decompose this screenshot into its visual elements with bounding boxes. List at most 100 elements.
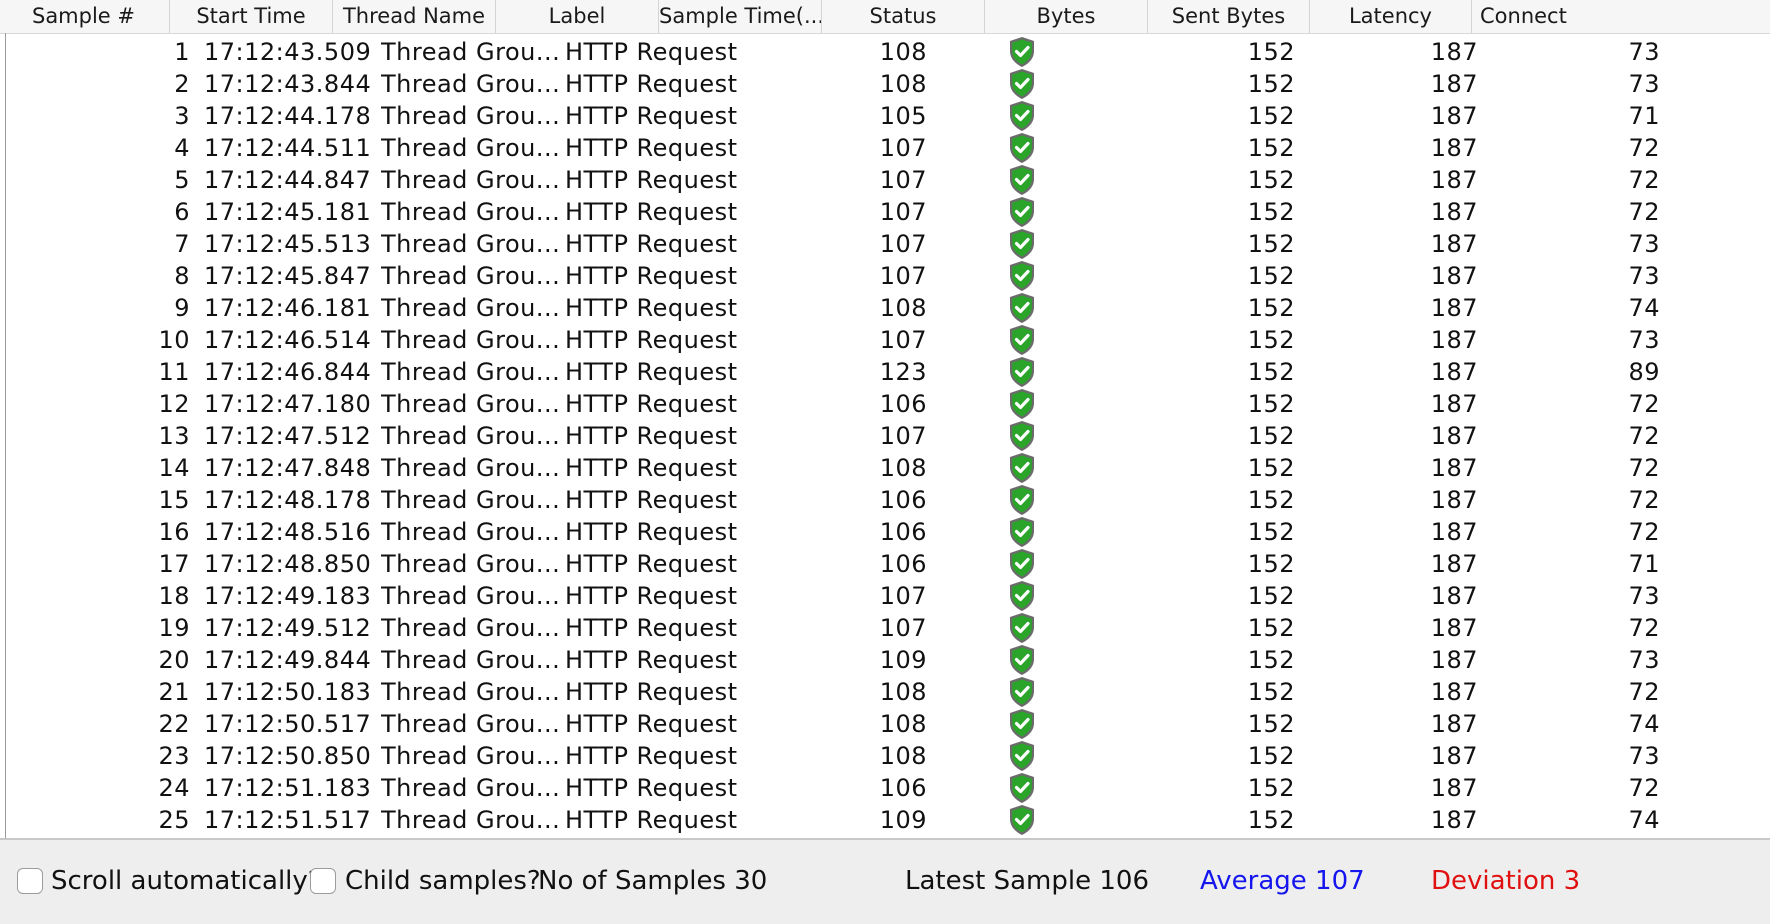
cell-latency: 72: [1628, 198, 1660, 226]
cell-sent-bytes: 187: [1430, 806, 1478, 834]
table-row[interactable]: 19 17:12:49.512 Thread Grou... HTTP Request…: [0, 612, 1770, 644]
table-row[interactable]: 6 17:12:45.181 Thread Grou... HTTP Request 1…: [0, 196, 1770, 228]
child-samples-label[interactable]: Child samples?: [345, 862, 541, 900]
cell-status: [930, 68, 1114, 100]
cell-start-time: 17:12:50.517: [204, 710, 372, 738]
cell-sample-number: 17: [158, 550, 190, 578]
cell-latency: 72: [1628, 518, 1660, 546]
column-header-sent-bytes[interactable]: Sent Bytes: [1148, 0, 1310, 33]
cell-start-time: 17:12:45.847: [204, 262, 372, 290]
cell-thread-name: Thread Grou...: [381, 678, 561, 706]
column-header-label[interactable]: Label: [496, 0, 659, 33]
table-row[interactable]: 1 17:12:43.509 Thread Grou... HTTP Request 1…: [0, 36, 1770, 68]
column-header-start-time[interactable]: Start Time: [170, 0, 333, 33]
table-row[interactable]: 9 17:12:46.181 Thread Grou... HTTP Request 1…: [0, 292, 1770, 324]
deviation-value: 3: [1563, 866, 1581, 896]
column-header-sample-time[interactable]: Sample Time(...: [659, 0, 822, 33]
cell-sample-number: 22: [158, 710, 190, 738]
cell-label: HTTP Request: [565, 198, 738, 226]
table-row[interactable]: 17 17:12:48.850 Thread Grou... HTTP Request…: [0, 548, 1770, 580]
table-row[interactable]: 13 17:12:47.512 Thread Grou... HTTP Request…: [0, 420, 1770, 452]
cell-sent-bytes: 187: [1430, 358, 1478, 386]
cell-sent-bytes: 187: [1430, 326, 1478, 354]
cell-status: [930, 292, 1114, 324]
column-header-latency[interactable]: Latency: [1310, 0, 1472, 33]
cell-latency: 73: [1628, 230, 1660, 258]
deviation-stat: Deviation 3: [1431, 862, 1580, 900]
cell-status: [930, 36, 1114, 68]
child-samples-checkbox[interactable]: [310, 868, 336, 894]
scroll-automatically-checkbox[interactable]: [17, 868, 43, 894]
cell-label: HTTP Request: [565, 326, 738, 354]
cell-sent-bytes: 187: [1430, 454, 1478, 482]
table-row[interactable]: 12 17:12:47.180 Thread Grou... HTTP Request…: [0, 388, 1770, 420]
column-header-connect[interactable]: Connect: [1472, 0, 1770, 33]
cell-sample-number: 1: [174, 38, 190, 66]
cell-connect: [1662, 164, 1770, 196]
cell-connect: [1662, 644, 1770, 676]
latest-sample-label: Latest Sample: [905, 866, 1092, 896]
cell-sample-number: 21: [158, 678, 190, 706]
cell-connect: [1662, 132, 1770, 164]
cell-sample-time: 106: [879, 550, 927, 578]
table-row[interactable]: 24 17:12:51.183 Thread Grou... HTTP Request…: [0, 772, 1770, 804]
table-row[interactable]: 16 17:12:48.516 Thread Grou... HTTP Request…: [0, 516, 1770, 548]
cell-thread-name: Thread Grou...: [381, 614, 561, 642]
cell-start-time: 17:12:46.181: [204, 294, 372, 322]
cell-status: [930, 388, 1114, 420]
cell-status: [930, 484, 1114, 516]
cell-sample-number: 25: [158, 806, 190, 834]
cell-sample-time: 106: [879, 390, 927, 418]
cell-sample-time: 106: [879, 486, 927, 514]
cell-bytes: 152: [1247, 102, 1295, 130]
cell-sent-bytes: 187: [1430, 102, 1478, 130]
cell-latency: 74: [1628, 294, 1660, 322]
cell-latency: 72: [1628, 166, 1660, 194]
cell-label: HTTP Request: [565, 710, 738, 738]
table-row[interactable]: 3 17:12:44.178 Thread Grou... HTTP Request 1…: [0, 100, 1770, 132]
success-shield-icon: [1010, 421, 1034, 451]
scroll-automatically-label[interactable]: Scroll automatically?: [51, 862, 322, 900]
cell-connect: [1662, 260, 1770, 292]
table-row[interactable]: 14 17:12:47.848 Thread Grou... HTTP Request…: [0, 452, 1770, 484]
table-row[interactable]: 8 17:12:45.847 Thread Grou... HTTP Request 1…: [0, 260, 1770, 292]
cell-status: [930, 164, 1114, 196]
cell-thread-name: Thread Grou...: [381, 774, 561, 802]
cell-status: [930, 676, 1114, 708]
cell-bytes: 152: [1247, 230, 1295, 258]
table-row[interactable]: 7 17:12:45.513 Thread Grou... HTTP Request 1…: [0, 228, 1770, 260]
cell-latency: 73: [1628, 582, 1660, 610]
table-row[interactable]: 11 17:12:46.844 Thread Grou... HTTP Request…: [0, 356, 1770, 388]
cell-status: [930, 260, 1114, 292]
table-row[interactable]: 18 17:12:49.183 Thread Grou... HTTP Request…: [0, 580, 1770, 612]
cell-thread-name: Thread Grou...: [381, 646, 561, 674]
table-row[interactable]: 5 17:12:44.847 Thread Grou... HTTP Request 1…: [0, 164, 1770, 196]
cell-sent-bytes: 187: [1430, 70, 1478, 98]
table-row[interactable]: 21 17:12:50.183 Thread Grou... HTTP Request…: [0, 676, 1770, 708]
cell-label: HTTP Request: [565, 102, 738, 130]
table-row[interactable]: 10 17:12:46.514 Thread Grou... HTTP Request…: [0, 324, 1770, 356]
column-header-bytes[interactable]: Bytes: [985, 0, 1148, 33]
cell-sample-time: 107: [879, 230, 927, 258]
cell-status: [930, 420, 1114, 452]
column-header-thread-name[interactable]: Thread Name: [333, 0, 496, 33]
column-header-sample[interactable]: Sample #: [0, 0, 170, 33]
cell-sample-time: 105: [879, 102, 927, 130]
cell-bytes: 152: [1247, 582, 1295, 610]
table-row[interactable]: 23 17:12:50.850 Thread Grou... HTTP Request…: [0, 740, 1770, 772]
cell-connect: [1662, 388, 1770, 420]
cell-sample-number: 8: [174, 262, 190, 290]
cell-connect: [1662, 548, 1770, 580]
cell-bytes: 152: [1247, 262, 1295, 290]
table-row[interactable]: 25 17:12:51.517 Thread Grou... HTTP Request…: [0, 804, 1770, 836]
table-row[interactable]: 4 17:12:44.511 Thread Grou... HTTP Request 1…: [0, 132, 1770, 164]
column-header-status[interactable]: Status: [822, 0, 985, 33]
cell-label: HTTP Request: [565, 390, 738, 418]
table-row[interactable]: 22 17:12:50.517 Thread Grou... HTTP Request…: [0, 708, 1770, 740]
cell-sample-time: 107: [879, 166, 927, 194]
cell-connect: [1662, 292, 1770, 324]
table-row[interactable]: 20 17:12:49.844 Thread Grou... HTTP Request…: [0, 644, 1770, 676]
table-row[interactable]: 15 17:12:48.178 Thread Grou... HTTP Request…: [0, 484, 1770, 516]
table-row[interactable]: 2 17:12:43.844 Thread Grou... HTTP Request 1…: [0, 68, 1770, 100]
cell-status: [930, 548, 1114, 580]
